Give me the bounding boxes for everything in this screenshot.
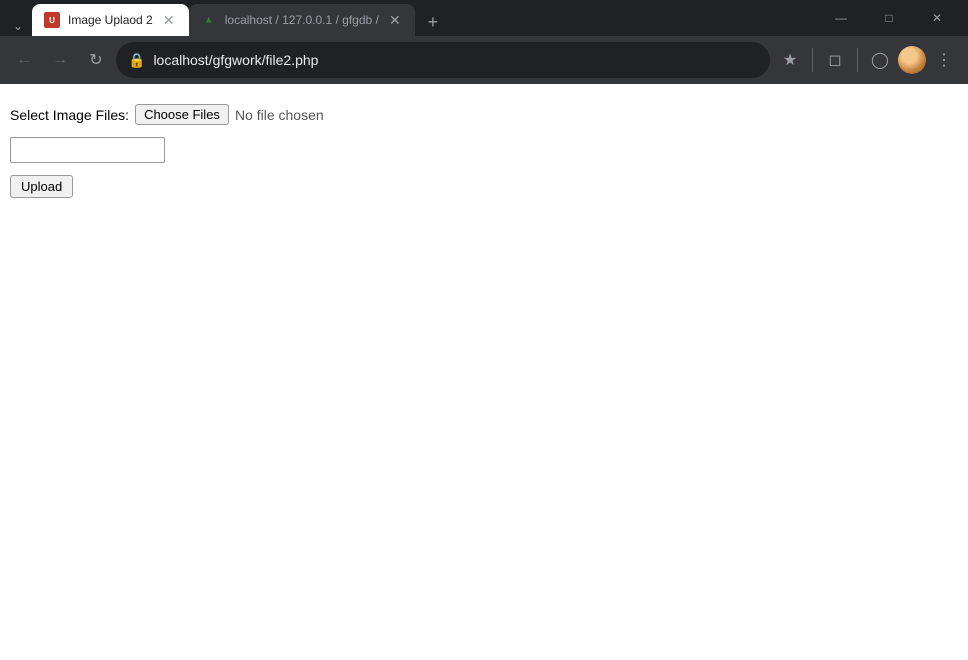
nav-bar: ← → ↻ 🔒 ★ ◻ ◯ [0, 36, 968, 84]
browser-window: ⌄ U Image Uplaod 2 ✕ localhost / 127.0.0… [0, 0, 968, 660]
svg-text:U: U [49, 16, 55, 25]
tab-title-gfgdb: localhost / 127.0.0.1 / gfgdb / [225, 13, 379, 27]
close-button[interactable]: ✕ [914, 0, 960, 36]
tab-dropdown-btn[interactable]: ⌄ [8, 16, 28, 36]
minimize-button[interactable]: — [818, 0, 864, 36]
reload-button[interactable]: ↻ [80, 44, 112, 76]
cast-icon: ◯ [871, 50, 889, 70]
choose-files-button[interactable]: Choose Files [135, 104, 229, 125]
tab-bar: ⌄ U Image Uplaod 2 ✕ localhost / 127.0.0… [8, 0, 818, 36]
address-bar-input[interactable] [153, 52, 758, 68]
tab-title-upload: Image Uplaod 2 [68, 13, 153, 27]
chevron-down-icon: ⌄ [13, 19, 23, 33]
back-icon: ← [16, 51, 32, 69]
title-bar: ⌄ U Image Uplaod 2 ✕ localhost / 127.0.0… [0, 0, 968, 36]
upload-button[interactable]: Upload [10, 175, 73, 198]
nav-divider-2 [857, 48, 858, 72]
extension-button[interactable]: ◻ [819, 44, 851, 76]
no-file-label: No file chosen [235, 107, 324, 123]
user-avatar[interactable] [898, 46, 926, 74]
tab-close-btn-1[interactable]: ✕ [161, 12, 177, 28]
menu-button[interactable]: ⋮ [928, 44, 960, 76]
reload-icon: ↻ [89, 50, 102, 70]
tab-close-btn-2[interactable]: ✕ [387, 12, 403, 28]
tab-favicon-upload: U [44, 12, 60, 28]
minimize-icon: — [835, 11, 847, 25]
address-bar-container[interactable]: 🔒 [116, 42, 770, 78]
maximize-button[interactable]: □ [866, 0, 912, 36]
new-tab-button[interactable]: + [419, 8, 447, 36]
tab-image-upload[interactable]: U Image Uplaod 2 ✕ [32, 4, 189, 36]
window-controls: — □ ✕ [818, 0, 960, 36]
text-input-field[interactable] [10, 137, 165, 163]
file-input-row: Select Image Files: Choose Files No file… [10, 104, 958, 125]
forward-icon: → [52, 51, 68, 69]
nav-divider [812, 48, 813, 72]
lock-icon: 🔒 [128, 52, 145, 69]
select-files-label: Select Image Files: [10, 107, 129, 123]
cast-button[interactable]: ◯ [864, 44, 896, 76]
file-input-wrapper: Choose Files No file chosen [135, 104, 324, 125]
tab-gfgdb[interactable]: localhost / 127.0.0.1 / gfgdb / ✕ [189, 4, 415, 36]
close-icon: ✕ [932, 11, 942, 25]
menu-icon: ⋮ [936, 50, 952, 70]
bookmark-button[interactable]: ★ [774, 44, 806, 76]
tab-favicon-gfg [201, 12, 217, 28]
avatar-image [898, 46, 926, 74]
puzzle-icon: ◻ [828, 50, 841, 70]
back-button[interactable]: ← [8, 44, 40, 76]
page-content: Select Image Files: Choose Files No file… [0, 84, 968, 660]
forward-button[interactable]: → [44, 44, 76, 76]
bookmark-icon: ★ [783, 50, 797, 70]
nav-actions: ★ ◻ ◯ ⋮ [774, 44, 960, 76]
maximize-icon: □ [885, 11, 892, 25]
